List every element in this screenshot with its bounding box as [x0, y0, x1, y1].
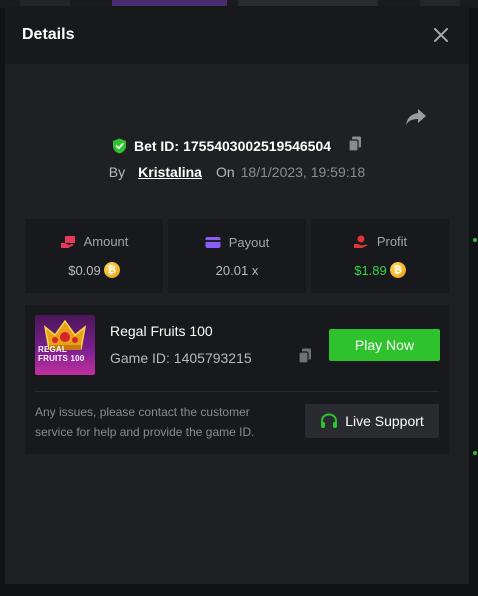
game-id-line: Game ID: 1405793215 [110, 350, 252, 366]
coin-icon: ₿ [389, 262, 406, 278]
bet-id-label: Bet ID: [133, 137, 180, 154]
live-support-label: Live Support [345, 413, 424, 429]
modal-title: Details [22, 26, 75, 43]
bet-stats: Amount $0.09 ₿ Payout 20.01 x Profit $1.… [25, 219, 449, 293]
close-icon [434, 28, 448, 42]
copy-bet-id-button[interactable] [348, 136, 362, 155]
background-indicator [473, 451, 477, 455]
live-support-button[interactable]: Live Support [305, 404, 439, 438]
money-hand-icon [60, 235, 75, 248]
amount-stat: Amount $0.09 ₿ [25, 219, 163, 293]
amount-value-row: $0.09 ₿ [68, 262, 120, 278]
bet-date: 18/1/2023, 19:59:18 [240, 164, 366, 180]
hand-coin-icon [353, 235, 368, 248]
divider [35, 391, 439, 392]
headset-icon [321, 412, 338, 428]
amount-label: Amount [83, 234, 129, 249]
payout-label-row: Payout [205, 235, 269, 250]
copy-icon [348, 136, 362, 152]
game-thumbnail[interactable]: REGAL FRUITS 100 [35, 315, 95, 375]
bet-author-line: By Kristalina On 18/1/2023, 19:59:18 [5, 164, 469, 180]
on-label: On [215, 164, 235, 180]
modal-header: Details [5, 6, 469, 64]
support-message: Any issues, please contact the customer … [35, 405, 255, 439]
amount-value: $0.09 [68, 262, 101, 278]
amount-label-row: Amount [60, 234, 129, 249]
play-now-button[interactable]: Play Now [329, 329, 440, 361]
wallet-icon [205, 236, 221, 248]
bet-id-line: Bet ID: 1755403002519546504 [5, 136, 469, 155]
share-button[interactable] [404, 105, 428, 129]
profit-label: Profit [376, 234, 408, 249]
game-card: REGAL FRUITS 100 Regal Fruits 100 Game ID… [25, 305, 449, 454]
profit-value: $1.89 [354, 262, 387, 278]
copy-icon [298, 348, 311, 364]
share-icon [406, 109, 426, 125]
user-link[interactable]: Kristalina [138, 164, 202, 180]
profit-label-row: Profit [353, 234, 407, 249]
profit-stat: Profit $1.89 ₿ [311, 219, 449, 293]
background-indicator [473, 238, 477, 242]
shield-check-icon [112, 138, 126, 153]
payout-value: 20.01 x [215, 262, 259, 278]
game-name: Regal Fruits 100 [110, 323, 213, 339]
by-label: By [108, 164, 126, 180]
game-id-label: Game ID: [110, 350, 170, 366]
close-button[interactable] [431, 25, 451, 45]
coin-icon: ₿ [103, 262, 120, 278]
profit-value-row: $1.89 ₿ [354, 262, 406, 278]
payout-stat: Payout 20.01 x [168, 219, 306, 293]
copy-game-id-button[interactable] [298, 348, 312, 369]
game-id-value: 1405793215 [173, 350, 252, 366]
game-thumbnail-logo: REGAL FRUITS 100 [38, 345, 85, 363]
payout-value-row: 20.01 x [216, 263, 259, 278]
bet-details-modal: Details Bet ID: 1755403002519546504 By K… [5, 6, 469, 584]
bet-id-value: 1755403002519546504 [183, 137, 332, 154]
payout-label: Payout [228, 234, 270, 250]
